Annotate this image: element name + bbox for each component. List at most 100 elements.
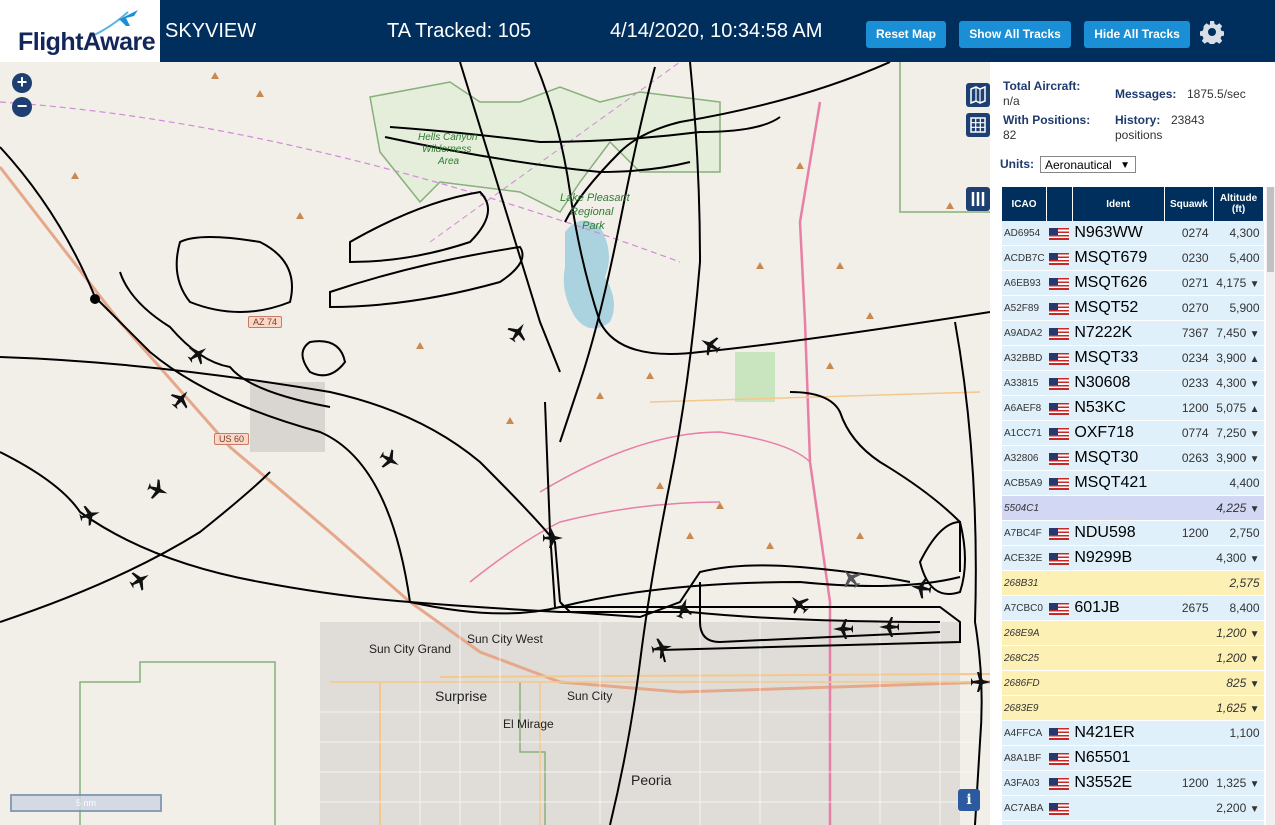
altitude-value: 5,075 (1216, 401, 1247, 415)
cell-ident: MSQT52 (1072, 295, 1165, 321)
column-icao[interactable]: ICAO (1002, 187, 1048, 221)
table-row[interactable]: A3FA03 N3552E 1200 1,325 ▼ (1002, 770, 1264, 796)
units-select-value: Aeronautical (1045, 158, 1112, 172)
table-row[interactable]: 5504C1 4,225 ▼ (1002, 495, 1264, 521)
altitude-trend-icon: ▼ (1249, 454, 1260, 465)
cell-ident (1072, 670, 1165, 696)
altitude-value: 5,400 (1229, 251, 1260, 265)
cell-squawk: 0774 (1164, 420, 1214, 446)
cell-icao: A32BBD (1002, 345, 1047, 371)
zoom-out-button[interactable]: − (12, 97, 32, 117)
cell-squawk: 0230 (1164, 245, 1214, 271)
cell-icao: A52F89 (1002, 295, 1047, 321)
messages-value: 1875.5/sec (1187, 87, 1246, 101)
table-row[interactable]: 268B31 2,575 (1002, 570, 1264, 596)
table-row[interactable]: 268E9A 1,200 ▼ (1002, 620, 1264, 646)
altitude-value: 4,400 (1229, 476, 1260, 490)
messages-label: Messages: (1115, 87, 1177, 101)
table-row[interactable]: A6AEF8 N53KC 1200 5,075 ▲ (1002, 395, 1264, 421)
table-row[interactable]: A32BBD MSQT33 0234 3,900 ▲ (1002, 345, 1264, 371)
column-altitude[interactable]: Altitude (ft) (1213, 187, 1264, 221)
cell-altitude: 2,575 (1213, 570, 1264, 596)
grid-toggle-button[interactable] (966, 113, 990, 137)
map-view[interactable]: Hells Canyon Wilderness Area Lake Pleasa… (0, 62, 990, 825)
cell-ident: N53KC (1072, 395, 1165, 421)
cell-squawk (1164, 745, 1214, 771)
table-row[interactable]: A52F89 MSQT52 0270 5,900 (1002, 295, 1264, 321)
altitude-trend-icon: ▼ (1249, 379, 1260, 390)
column-toggle-button[interactable] (966, 187, 990, 211)
cell-altitude (1213, 745, 1264, 771)
cell-altitude: 4,300 (1213, 221, 1264, 246)
column-flag[interactable] (1046, 187, 1073, 221)
table-row[interactable]: 2683E9 1,625 ▼ (1002, 695, 1264, 721)
column-squawk[interactable]: Squawk (1164, 187, 1215, 221)
tracked-count: TA Tracked: 105 (387, 20, 532, 42)
cell-altitude: 7,450 ▼ (1213, 320, 1264, 346)
cell-squawk: 5322 (1164, 820, 1214, 825)
table-row[interactable]: A7CBC0 601JB 2675 8,400 (1002, 595, 1264, 621)
cell-flag (1046, 795, 1073, 821)
zoom-in-button[interactable]: + (12, 73, 32, 93)
history-value: 23843 (1171, 113, 1205, 127)
table-row[interactable]: A1CC71 OXF718 0774 7,250 ▼ (1002, 420, 1264, 446)
aircraft-panel: Total Aircraft: n/a With Positions: 82 M… (990, 62, 1275, 825)
table-row[interactable]: 268C25 1,200 ▼ (1002, 645, 1264, 671)
table-row[interactable]: A4FFCA N421ER 1,100 (1002, 720, 1264, 746)
hide-all-tracks-button[interactable]: Hide All Tracks (1084, 21, 1190, 48)
altitude-trend-icon: ▼ (1249, 504, 1260, 515)
us-flag-icon (1048, 602, 1069, 615)
map-scale-bar: 5 nm (10, 794, 162, 812)
column-ident[interactable]: Ident (1072, 187, 1165, 221)
cell-ident (1072, 570, 1165, 596)
table-row[interactable]: 2686FD 825 ▼ (1002, 670, 1264, 696)
table-row[interactable]: A33815 N30608 0233 4,300 ▼ (1002, 370, 1264, 396)
table-row[interactable]: A9ADA2 N7222K 7367 7,450 ▼ (1002, 320, 1264, 346)
table-row[interactable]: A7BC4F NDU598 1200 2,750 (1002, 520, 1264, 546)
map-layers-button[interactable] (966, 83, 990, 107)
cell-squawk: 7367 (1164, 320, 1214, 346)
table-row[interactable]: ACDB7C MSQT679 0230 5,400 (1002, 245, 1264, 271)
altitude-value: 7,250 (1216, 426, 1247, 440)
info-button[interactable]: i (958, 789, 980, 811)
cell-icao: ACE32E (1002, 545, 1047, 571)
altitude-trend-icon: ▼ (1249, 554, 1260, 565)
history-unit: positions (1115, 128, 1163, 142)
gear-icon[interactable] (1200, 20, 1224, 44)
altitude-trend-icon: ▲ (1249, 354, 1260, 365)
reset-map-button[interactable]: Reset Map (866, 21, 946, 48)
cell-icao: A3FA03 (1002, 770, 1047, 796)
flightaware-logo[interactable]: FlightAware (0, 0, 160, 62)
cell-squawk (1164, 695, 1214, 721)
cell-icao: 268C25 (1002, 645, 1047, 671)
units-select[interactable]: Aeronautical ▼ (1040, 156, 1136, 173)
map-canvas[interactable] (0, 62, 990, 825)
total-aircraft-value: n/a (1003, 94, 1020, 108)
cell-ident: N7222K (1072, 320, 1165, 346)
park-label: Hells Canyon (418, 132, 478, 143)
cell-squawk: 0271 (1164, 270, 1214, 296)
table-row[interactable]: AC7ABA 2,200 ▼ (1002, 795, 1264, 821)
cell-squawk: 1200 (1164, 770, 1214, 796)
table-row[interactable]: ACB5A9 MSQT421 4,400 (1002, 470, 1264, 496)
table-row[interactable]: ABA56F N85EM532210,200 (1002, 820, 1264, 825)
table-row[interactable]: AD6954 N963WW 0274 4,300 (1002, 221, 1264, 246)
table-row[interactable]: A32806 MSQT30 0263 3,900 ▼ (1002, 445, 1264, 471)
park-label: Lake Pleasant (560, 192, 630, 204)
cell-altitude: 825 ▼ (1213, 670, 1264, 696)
table-row[interactable]: A6EB93 MSQT626 0271 4,175 ▼ (1002, 270, 1264, 296)
cell-flag (1046, 495, 1073, 521)
panel-scrollbar[interactable] (1266, 187, 1275, 825)
cell-icao: 268E9A (1002, 620, 1047, 646)
altitude-trend-icon: ▼ (1249, 779, 1260, 790)
table-row[interactable]: A8A1BF N65501 (1002, 745, 1264, 771)
table-row[interactable]: ACE32E N9299B 4,300 ▼ (1002, 545, 1264, 571)
cell-altitude: 1,200 ▼ (1213, 620, 1264, 646)
table-header: ICAO Ident Squawk Altitude (ft) (1002, 187, 1264, 221)
cell-squawk: 0263 (1164, 445, 1214, 471)
cell-ident: N30608 (1072, 370, 1165, 396)
scrollbar-thumb[interactable] (1267, 187, 1274, 272)
park-label: Park (582, 220, 605, 232)
cell-ident: MSQT679 (1072, 245, 1165, 271)
show-all-tracks-button[interactable]: Show All Tracks (959, 21, 1071, 48)
